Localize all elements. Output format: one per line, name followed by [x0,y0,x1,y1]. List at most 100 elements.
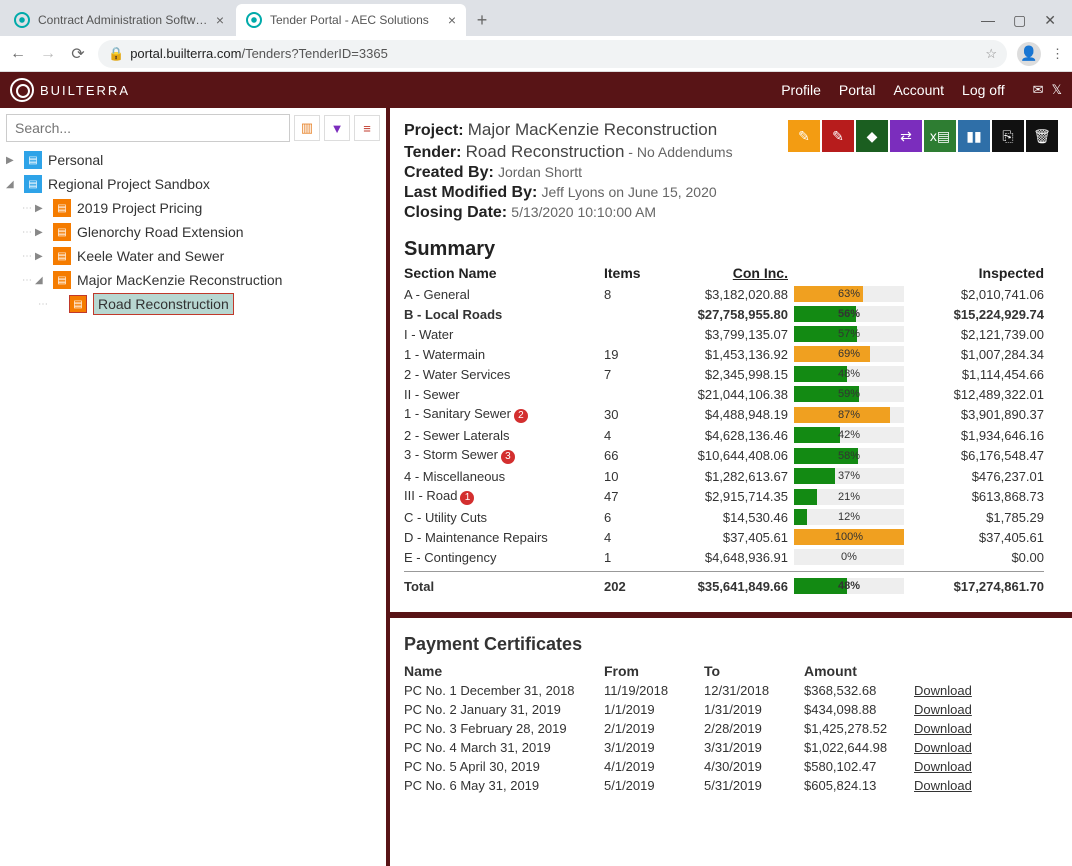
window-controls: — ▢ ✕ [981,12,1068,29]
summary-row: 2 - Water Services7$2,345,998.1548%$1,11… [404,364,1044,384]
summary-row: 3 - Storm Sewer366$10,644,408.0658%$6,17… [404,445,1044,466]
folder-icon: ▤ [24,175,42,193]
summary-title: Summary [404,238,1058,261]
tree-node[interactable]: ▶▤Personal [6,148,380,172]
folder-icon: ▤ [53,223,71,241]
folder-icon: ▤ [53,271,71,289]
download-link[interactable]: Download [914,740,972,755]
minimize-icon[interactable]: — [981,12,995,29]
folder-icon: ▤ [69,295,87,313]
toolbar-button-4[interactable]: x▤ [924,120,956,152]
summary-row: 2 - Sewer Laterals4$4,628,136.4642%$1,93… [404,425,1044,445]
brand-logo[interactable]: BUILTERRA [10,78,130,102]
summary-row: 4 - Miscellaneous10$1,282,613.6737%$476,… [404,466,1044,486]
browser-chrome: Contract Administration Software × Tende… [0,0,1072,72]
nav-logoff[interactable]: Log off [962,82,1005,98]
filter-icon-2[interactable]: ▼ [324,115,350,141]
app-header: BUILTERRA Profile Portal Account Log off… [0,72,1072,108]
pc-row: PC No. 1 December 31, 201811/19/201812/3… [404,681,1004,700]
project-meta: Project: Major MacKenzie Reconstruction … [404,120,733,224]
tender-name: Road Reconstruction [466,142,625,161]
url-host: portal.builterra.com [130,46,241,61]
mail-icon[interactable]: ✉ [1033,82,1044,98]
tree-label: Personal [48,152,103,168]
brand-text: BUILTERRA [40,83,130,98]
close-window-icon[interactable]: ✕ [1044,12,1056,29]
tab-bar: Contract Administration Software × Tende… [0,0,1072,36]
reload-button[interactable]: ⟳ [68,44,88,64]
pc-row: PC No. 2 January 31, 20191/1/20191/31/20… [404,700,1004,719]
tree-node[interactable]: ⋯▶▤Keele Water and Sewer [22,244,380,268]
pc-row: PC No. 4 March 31, 20193/1/20193/31/2019… [404,738,1004,757]
close-tab-icon[interactable]: × [216,12,224,28]
new-tab-button[interactable]: + [468,6,496,34]
profile-avatar[interactable]: 👤 [1017,42,1041,66]
created-by: Jordan Shortt [498,164,582,180]
download-link[interactable]: Download [914,702,972,717]
col-con[interactable]: Con Inc. [664,265,794,281]
summary-row: D - Maintenance Repairs4$37,405.61100%$3… [404,527,1044,547]
tree: ▶▤Personal◢▤Regional Project Sandbox⋯▶▤2… [6,148,380,316]
col-inspected: Inspected [924,265,1044,281]
toolbar-button-3[interactable]: ⇄ [890,120,922,152]
filter-icon-1[interactable]: ▥ [294,115,320,141]
download-link[interactable]: Download [914,759,972,774]
download-link[interactable]: Download [914,721,972,736]
toolbar-button-7[interactable]: 🗑 [1026,120,1058,152]
summary-row: I - Water$3,799,135.0757%$2,121,739.00 [404,324,1044,344]
close-tab-icon[interactable]: × [448,12,456,28]
project-name: Major MacKenzie Reconstruction [468,120,717,139]
forward-button[interactable]: → [38,45,58,63]
nav-portal[interactable]: Portal [839,82,876,98]
url-path: /Tenders?TenderID=3365 [241,46,387,61]
browser-tab-1[interactable]: Contract Administration Software × [4,4,234,36]
summary-row: III - Road147$2,915,714.3521%$613,868.73 [404,486,1044,507]
summary-row: 1 - Watermain19$1,453,136.9269%$1,007,28… [404,344,1044,364]
tree-node[interactable]: ⋯◢▤Major MacKenzie Reconstruction [22,268,380,292]
tree-label: Keele Water and Sewer [77,248,224,264]
toolbar-button-0[interactable]: ✎ [788,120,820,152]
nav-profile[interactable]: Profile [781,82,821,98]
nav-account[interactable]: Account [893,82,944,98]
tree-node[interactable]: ⋯▶▤2019 Project Pricing [22,196,380,220]
browser-menu-icon[interactable]: ⋮ [1051,46,1064,62]
twitter-icon[interactable]: 𝕏 [1052,82,1062,98]
pc-row: PC No. 3 February 28, 20192/1/20192/28/2… [404,719,1004,738]
pc-row: PC No. 6 May 31, 20195/1/20195/31/2019$6… [404,776,1004,795]
pc-table: Name From To Amount PC No. 1 December 31… [404,661,1004,795]
summary-row: 1 - Sanitary Sewer230$4,488,948.1987%$3,… [404,404,1044,425]
tree-node[interactable]: ⋯▤Road Reconstruction [38,292,380,316]
back-button[interactable]: ← [8,45,28,63]
download-link[interactable]: Download [914,683,972,698]
folder-icon: ▤ [53,199,71,217]
closing-date: 5/13/2020 10:10:00 AM [511,204,656,220]
bookmark-icon[interactable]: ☆ [985,46,997,62]
tree-node[interactable]: ⋯▶▤Glenorchy Road Extension [22,220,380,244]
summary-row: A - General8$3,182,020.8863%$2,010,741.0… [404,284,1044,304]
summary-row: II - Sewer$21,044,106.3859%$12,489,322.0… [404,384,1044,404]
lock-icon: 🔒 [108,46,124,62]
maximize-icon[interactable]: ▢ [1013,12,1026,29]
browser-tab-2[interactable]: Tender Portal - AEC Solutions × [236,4,466,36]
sidebar: ▥ ▼ ≡ ▶▤Personal◢▤Regional Project Sandb… [0,108,390,866]
url-field[interactable]: 🔒 portal.builterra.com/Tenders?TenderID=… [98,40,1007,68]
search-input[interactable] [6,114,290,142]
summary-total-row: Total 202 $35,641,849.66 48% $17,274,861… [404,571,1044,596]
summary-row: C - Utility Cuts6$14,530.4612%$1,785.29 [404,507,1044,527]
section-divider [390,612,1072,618]
tree-node[interactable]: ◢▤Regional Project Sandbox [6,172,380,196]
header-nav: Profile Portal Account Log off ✉ 𝕏 [781,82,1062,98]
summary-row: E - Contingency1$4,648,936.910%$0.00 [404,547,1044,567]
toolbar-button-5[interactable]: ▮▮ [958,120,990,152]
col-items: Items [604,265,664,281]
toolbar-button-2[interactable]: ◆ [856,120,888,152]
folder-icon: ▤ [53,247,71,265]
tree-label: Road Reconstruction [93,296,234,312]
toolbar-button-1[interactable]: ✎ [822,120,854,152]
download-link[interactable]: Download [914,778,972,793]
list-icon[interactable]: ≡ [354,115,380,141]
pc-title: Payment Certificates [404,634,1058,655]
tab-title: Tender Portal - AEC Solutions [270,13,442,27]
modified-by: Jeff Lyons on June 15, 2020 [542,184,717,200]
toolbar-button-6[interactable]: ⎘ [992,120,1024,152]
